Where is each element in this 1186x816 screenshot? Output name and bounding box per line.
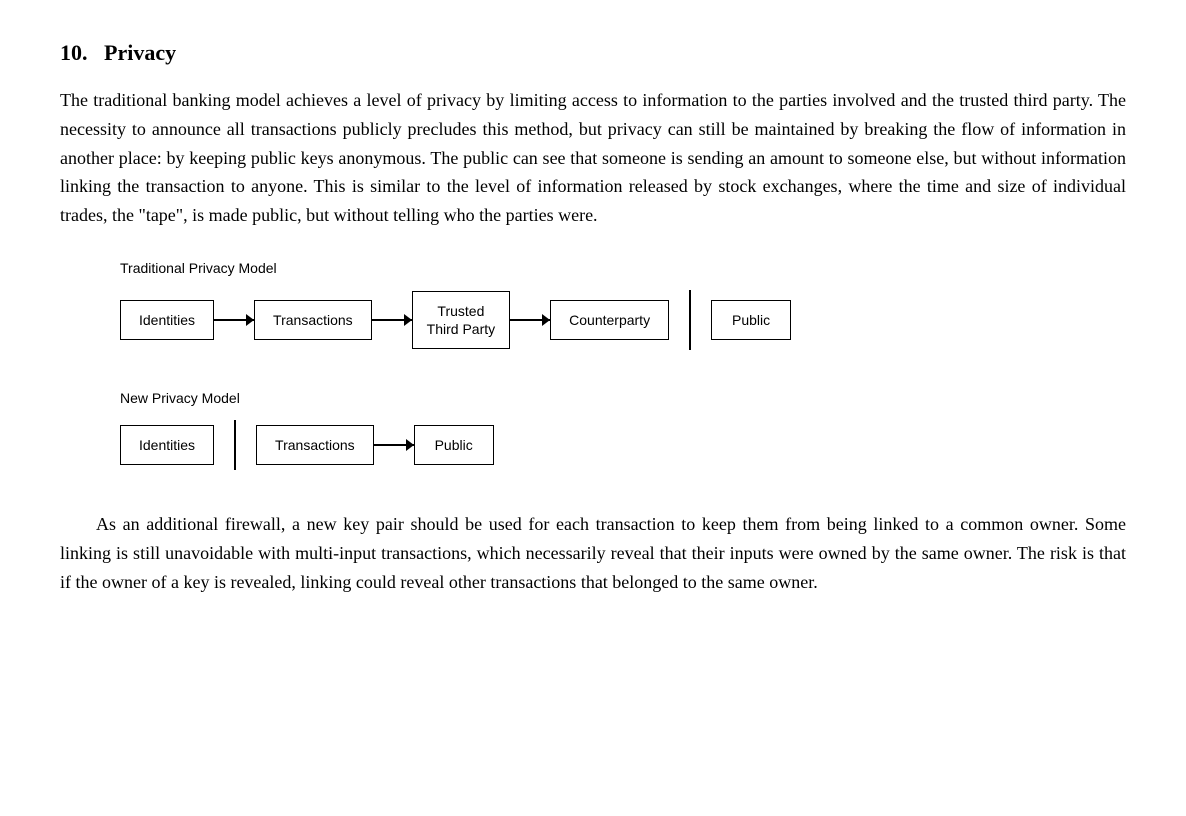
trad-box-identities: Identities (120, 300, 214, 340)
diagrams-container: Traditional Privacy Model Identities Tra… (120, 260, 1126, 470)
new-box-transactions: Transactions (256, 425, 374, 465)
new-model-row: Identities Transactions Public (120, 420, 1126, 470)
trad-box-trusted: TrustedThird Party (412, 291, 510, 349)
trad-arrow-3 (510, 319, 550, 321)
trad-box-counterparty: Counterparty (550, 300, 669, 340)
new-box-public: Public (414, 425, 494, 465)
trad-vertical-separator (689, 290, 691, 350)
section-title: Privacy (104, 40, 176, 65)
trad-box-public: Public (711, 300, 791, 340)
new-box-identities: Identities (120, 425, 214, 465)
trad-arrow-2 (372, 319, 412, 321)
trad-box-transactions: Transactions (254, 300, 372, 340)
new-model-label: New Privacy Model (120, 390, 1126, 406)
paragraph-2: As an additional firewall, a new key pai… (60, 510, 1126, 596)
paragraph-1: The traditional banking model achieves a… (60, 86, 1126, 230)
traditional-model-row: Identities Transactions TrustedThird Par… (120, 290, 1126, 350)
trad-arrow-1 (214, 319, 254, 321)
section-number: 10. (60, 40, 88, 65)
traditional-model-label: Traditional Privacy Model (120, 260, 1126, 276)
new-vertical-separator (234, 420, 236, 470)
new-arrow-1 (374, 444, 414, 446)
section-heading: 10. Privacy (60, 40, 1126, 66)
